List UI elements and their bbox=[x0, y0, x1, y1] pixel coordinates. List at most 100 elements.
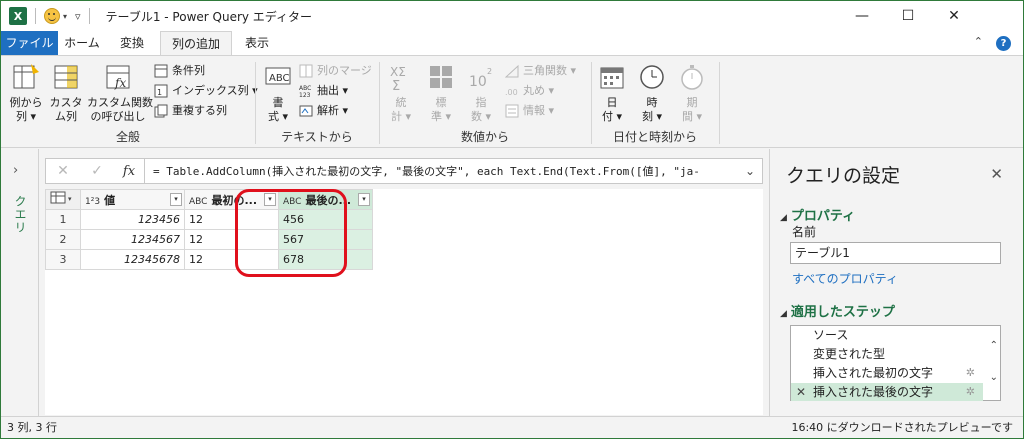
column-from-examples-label: 例から 列 ▾ bbox=[9, 96, 43, 123]
parse-button[interactable]: 解析 ▾ bbox=[299, 102, 348, 120]
step-inserted-first-chars[interactable]: 挿入された最初の文字 ✲ bbox=[791, 364, 983, 382]
filter-dropdown-icon[interactable]: ▾ bbox=[358, 193, 370, 206]
format-button[interactable]: ABC 書 式 ▾ bbox=[261, 62, 295, 124]
group-number-label: 数値から bbox=[460, 130, 509, 144]
column-from-examples-button[interactable]: 例から 列 ▾ bbox=[7, 62, 45, 124]
time-button[interactable]: 時 刻 ▾ bbox=[635, 62, 669, 124]
standard-button[interactable]: 標 準 ▾ bbox=[423, 62, 459, 124]
scroll-up-icon[interactable]: ⌃ bbox=[990, 340, 998, 351]
triangle-icon bbox=[504, 64, 519, 78]
properties-section-header[interactable]: ◢ プロパティ bbox=[780, 205, 855, 224]
rounding-button[interactable]: .00 丸め ▾ bbox=[505, 82, 554, 100]
smiley-feedback-icon[interactable] bbox=[44, 8, 60, 24]
custom-column-button[interactable]: カスタ ム列 bbox=[49, 62, 83, 124]
invoke-custom-function-label: カスタム関数 の呼び出し bbox=[87, 96, 153, 123]
formula-input[interactable]: = Table.AddColumn(挿入された最初の文字, "最後の文字", e… bbox=[145, 163, 738, 179]
divider bbox=[255, 62, 256, 144]
scroll-down-icon[interactable]: ⌄ bbox=[990, 372, 998, 383]
close-icon[interactable]: ✕ bbox=[990, 165, 1003, 183]
row-number[interactable]: 1 bbox=[45, 209, 81, 230]
column-from-examples-icon bbox=[11, 62, 41, 92]
svg-text:10: 10 bbox=[469, 74, 487, 90]
table-menu-icon[interactable]: ▾ bbox=[45, 189, 81, 210]
tab-transform[interactable]: 変換 bbox=[106, 31, 158, 55]
information-button[interactable]: 情報 ▾ bbox=[505, 102, 554, 120]
duplicate-column-icon bbox=[154, 104, 168, 118]
collapse-triangle-icon: ◢ bbox=[780, 213, 787, 223]
svg-text:fx: fx bbox=[114, 76, 126, 90]
statistics-label: 統 計 ▾ bbox=[390, 96, 412, 123]
properties-label: プロパティ bbox=[790, 209, 856, 224]
cell[interactable]: 1234567 bbox=[80, 229, 185, 250]
invoke-custom-function-button[interactable]: fx カスタム関数 の呼び出し bbox=[87, 62, 153, 124]
information-icon bbox=[505, 104, 519, 118]
group-datetime: 日 付 ▾ 時 刻 ▾ 期 間 ▾ 日付と時刻から bbox=[593, 56, 717, 148]
number-type-icon[interactable]: 1²3 bbox=[85, 197, 100, 207]
function-icon[interactable]: fx bbox=[114, 164, 144, 179]
applied-steps-section-header[interactable]: ◢ 適用したステップ bbox=[780, 301, 895, 320]
expand-queries-icon[interactable]: › bbox=[13, 163, 18, 178]
text-type-icon[interactable]: ABC bbox=[189, 197, 207, 207]
close-button[interactable]: ✕ bbox=[931, 1, 977, 31]
ribbon-tabs: ファイル ホーム 変換 列の追加 表示 ⌃ ? bbox=[1, 31, 1023, 55]
title-bar: X ▾ ▿ テーブル1 - Power Query エディター — ☐ ✕ bbox=[1, 1, 1023, 31]
row-number[interactable]: 2 bbox=[45, 229, 81, 250]
cell[interactable]: 123456 bbox=[80, 209, 185, 230]
step-label: ソース bbox=[813, 328, 849, 342]
merge-columns-icon bbox=[299, 64, 313, 78]
tab-view[interactable]: 表示 bbox=[233, 31, 281, 55]
parse-icon bbox=[299, 104, 313, 118]
query-name-input[interactable]: テーブル1 bbox=[790, 242, 1001, 264]
gear-icon[interactable]: ✲ bbox=[966, 364, 975, 382]
step-changed-type[interactable]: 変更された型 bbox=[791, 345, 983, 363]
filter-dropdown-icon[interactable]: ▾ bbox=[170, 193, 182, 206]
merge-columns-button[interactable]: 列のマージ bbox=[299, 62, 372, 80]
svg-text:123: 123 bbox=[299, 92, 311, 98]
duration-button[interactable]: 期 間 ▾ bbox=[675, 62, 709, 124]
highlight-annotation bbox=[235, 189, 347, 277]
group-number: XΣ Σ 統 計 ▾ 標 準 ▾ 10 2 指 数 ▾ 三角関数 ▾ .00 丸… bbox=[381, 56, 589, 148]
column-header-value[interactable]: 1²3 値 ▾ bbox=[80, 189, 185, 210]
statistics-icon: XΣ Σ bbox=[386, 62, 416, 94]
maximize-button[interactable]: ☐ bbox=[885, 1, 931, 31]
tab-file[interactable]: ファイル bbox=[1, 31, 58, 55]
tab-add-column[interactable]: 列の追加 bbox=[160, 31, 232, 55]
minimize-button[interactable]: — bbox=[839, 1, 885, 31]
index-column-button[interactable]: 1 インデックス列 ▾ bbox=[154, 82, 258, 100]
window-title: テーブル1 - Power Query エディター bbox=[105, 9, 312, 24]
group-general: 例から 列 ▾ カスタ ム列 fx カスタム関数 の呼び出し 条件列 1 インデ… bbox=[1, 56, 258, 148]
commit-formula-icon[interactable]: ✓ bbox=[80, 163, 114, 179]
trigonometry-label: 三角関数 ▾ bbox=[523, 64, 577, 77]
duplicate-column-button[interactable]: 重複する列 bbox=[154, 102, 227, 120]
function-icon: fx bbox=[103, 62, 133, 92]
scientific-button[interactable]: 10 2 指 数 ▾ bbox=[463, 62, 499, 124]
cancel-formula-icon[interactable]: ✕ bbox=[46, 163, 80, 179]
queries-pane-label[interactable]: クエリ bbox=[12, 195, 29, 234]
date-button[interactable]: 日 付 ▾ bbox=[595, 62, 629, 124]
custom-column-label: カスタ ム列 bbox=[49, 96, 83, 123]
data-preview-grid: ▾ 1²3 値 ▾ ABC 最初の... ▾ ABC 最後の... ▾ 1 12… bbox=[45, 189, 763, 415]
status-row-col-count: 3 列, 3 行 bbox=[7, 421, 57, 434]
calendar-icon bbox=[597, 62, 627, 92]
quick-access-customize-icon[interactable]: ▿ bbox=[75, 10, 81, 23]
trigonometry-button[interactable]: 三角関数 ▾ bbox=[504, 62, 577, 80]
tab-home[interactable]: ホーム bbox=[58, 31, 106, 55]
statistics-button[interactable]: XΣ Σ 統 計 ▾ bbox=[383, 62, 419, 124]
all-properties-link[interactable]: すべてのプロパティ bbox=[792, 270, 898, 287]
chevron-down-icon[interactable]: ▾ bbox=[63, 12, 67, 21]
row-number[interactable]: 3 bbox=[45, 249, 81, 270]
step-inserted-last-chars[interactable]: ✕ 挿入された最後の文字 ✲ bbox=[791, 383, 983, 401]
delete-step-icon[interactable]: ✕ bbox=[796, 383, 806, 401]
conditional-column-button[interactable]: 条件列 bbox=[154, 62, 205, 80]
duration-label: 期 間 ▾ bbox=[681, 96, 703, 123]
collapse-ribbon-icon[interactable]: ⌃ bbox=[974, 35, 983, 48]
svg-text:ABC: ABC bbox=[269, 73, 290, 84]
chevron-down-icon[interactable]: ⌄ bbox=[738, 164, 762, 178]
gear-icon[interactable]: ✲ bbox=[966, 383, 975, 401]
help-icon[interactable]: ? bbox=[996, 36, 1011, 51]
excel-icon[interactable]: X bbox=[9, 7, 27, 25]
cell[interactable]: 12345678 bbox=[80, 249, 185, 270]
step-source[interactable]: ソース bbox=[791, 326, 983, 344]
extract-button[interactable]: ABC 123 抽出 ▾ bbox=[299, 82, 348, 100]
svg-text:▾: ▾ bbox=[68, 195, 72, 203]
